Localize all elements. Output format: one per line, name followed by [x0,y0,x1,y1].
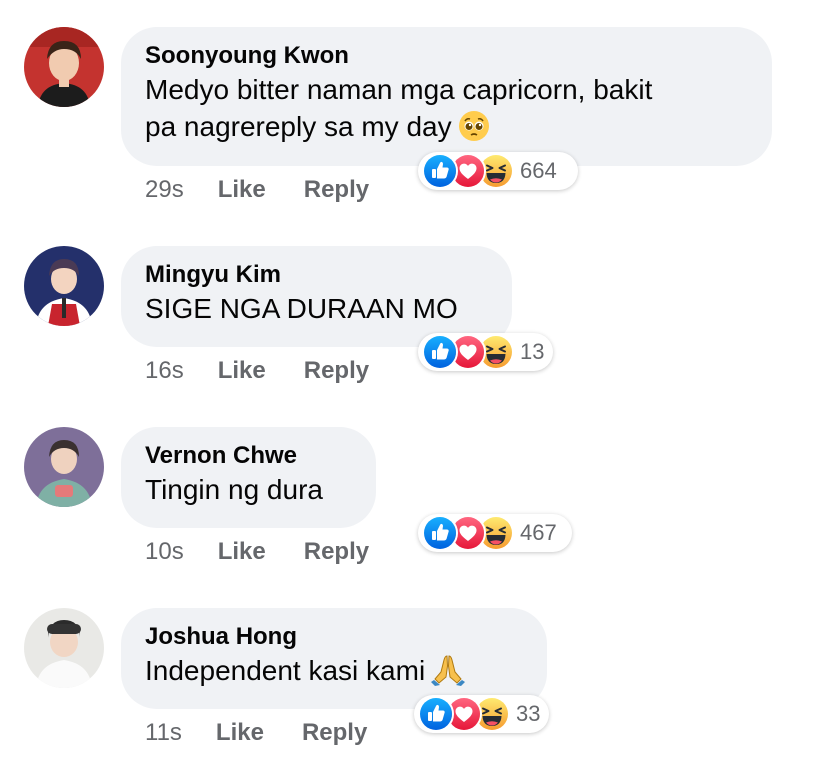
comment-bubble: Mingyu Kim SIGE NGA DURAAN MO [121,246,512,347]
comment-text: SIGE NGA DURAAN MO [145,293,458,324]
reaction-summary[interactable]: 13 [418,333,553,371]
reply-button[interactable]: Reply [304,176,369,203]
comment-bubble: Vernon Chwe Tingin ng dura [121,427,376,528]
reaction-count: 467 [520,520,557,545]
reaction-count: 664 [520,158,557,183]
pleading-face-icon [458,110,490,151]
profile-photo-icon [24,427,104,507]
like-icon [422,334,458,370]
comment-actions: 11s Like Reply [145,719,367,747]
comment-text: Medyo bitter naman mga capricorn, bakit [145,74,653,105]
comment-text: Independent kasi kami [145,652,521,695]
profile-photo-icon [24,27,104,107]
avatar[interactable] [24,246,104,326]
profile-photo-icon [24,246,104,326]
profile-photo-icon [24,608,104,688]
avatar[interactable] [24,608,104,688]
reaction-summary[interactable]: 467 [418,514,572,552]
comment-text: Tingin ng dura [145,474,323,505]
comment-actions: 29s Like Reply [145,176,369,204]
comment-author[interactable]: Mingyu Kim [145,260,486,290]
avatar[interactable] [24,427,104,507]
comment-bubble: Joshua Hong Independent kasi kami [121,608,547,709]
comment-text-line2: pa nagrereply sa my day [145,108,746,151]
like-icon [418,696,454,732]
like-button[interactable]: Like [216,719,264,746]
comment-actions: 16s Like Reply [145,357,369,385]
avatar[interactable] [24,27,104,107]
like-icon [422,153,458,189]
reply-button[interactable]: Reply [304,538,369,565]
comment-author[interactable]: Soonyoung Kwon [145,41,746,71]
reply-button[interactable]: Reply [304,357,369,384]
comment-bubble: Soonyoung Kwon Medyo bitter naman mga ca… [121,27,772,166]
reply-button[interactable]: Reply [302,719,367,746]
like-button[interactable]: Like [218,538,266,565]
comment-timestamp[interactable]: 10s [145,538,184,565]
comment-timestamp[interactable]: 29s [145,176,184,203]
reaction-count: 13 [520,339,545,364]
comment-author[interactable]: Vernon Chwe [145,441,350,471]
comment-author[interactable]: Joshua Hong [145,622,521,652]
like-button[interactable]: Like [218,357,266,384]
comment-actions: 10s Like Reply [145,538,369,566]
reaction-count: 33 [516,701,541,726]
reaction-summary[interactable]: 33 [414,695,549,733]
reaction-summary[interactable]: 664 [418,152,578,190]
comment-timestamp[interactable]: 16s [145,357,184,384]
comment-timestamp[interactable]: 11s [145,719,182,746]
folded-hands-icon [431,652,466,695]
like-button[interactable]: Like [218,176,266,203]
like-icon [422,515,458,551]
